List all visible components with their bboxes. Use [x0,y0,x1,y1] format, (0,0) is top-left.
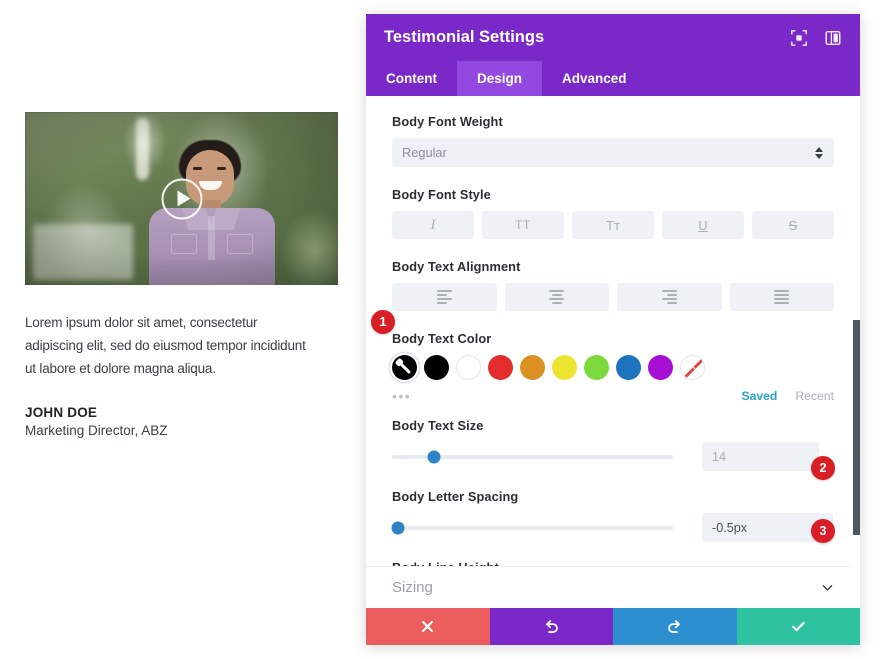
undo-button[interactable] [490,608,614,645]
align-justify-icon [774,290,789,304]
field-body-text-alignment: Body Text Alignment [392,259,834,311]
eyedropper-icon [398,361,410,373]
underline-button[interactable]: U [662,211,744,239]
body-letter-spacing-slider[interactable] [392,519,673,537]
swatch-purple[interactable] [648,355,673,380]
annotation-badge-2: 2 [811,456,835,480]
panel-scrollbar-thumb[interactable] [853,320,860,535]
saved-colors-link[interactable]: Saved [741,389,777,403]
align-left-button[interactable] [392,283,497,311]
body-font-style-buttons: I TT Tт U S [392,211,834,239]
uppercase-button[interactable]: TT [482,211,564,239]
slider-track [392,526,673,530]
more-colors-button[interactable]: ••• [392,388,432,404]
check-icon [790,618,807,635]
body-text-size-control [392,442,834,471]
panel-header: Testimonial Settings [366,14,860,61]
sizing-section-label: Sizing [392,579,821,596]
panel-tabs: Content Design Advanced [366,61,860,96]
strikethrough-button[interactable]: S [752,211,834,239]
smallcaps-button[interactable]: Tт [572,211,654,239]
align-center-button[interactable] [505,283,610,311]
annotation-badge-1: 1 [371,310,395,334]
swatch-green[interactable] [584,355,609,380]
body-text-alignment-label: Body Text Alignment [392,259,834,274]
slider-thumb[interactable] [428,450,441,463]
align-right-button[interactable] [617,283,722,311]
body-letter-spacing-control [392,513,834,542]
tab-advanced[interactable]: Advanced [542,61,647,96]
body-text-color-label: Body Text Color [392,331,834,346]
field-body-letter-spacing: Body Letter Spacing [392,489,834,542]
save-button[interactable] [737,608,861,645]
sizing-section-toggle[interactable]: Sizing [366,566,860,608]
redo-button[interactable] [613,608,737,645]
testimonial-quote: Lorem ipsum dolor sit amet, consectetur … [25,311,311,381]
body-font-style-label: Body Font Style [392,187,834,202]
eyedropper-swatch[interactable] [392,355,417,380]
settings-panel: Testimonial Settings Content Design Adva… [366,14,860,645]
testimonial-author-name: JOHN DOE [25,405,338,420]
body-text-size-label: Body Text Size [392,418,834,433]
align-center-icon [549,290,564,304]
body-font-weight-control: Regular [392,138,834,167]
field-body-font-style: Body Font Style I TT Tт U S [392,187,834,239]
page-preview: Lorem ipsum dolor sit amet, consectetur … [0,0,366,659]
swatch-blue[interactable] [616,355,641,380]
panel-footer [366,608,860,645]
color-swatch-meta: ••• Saved Recent [392,387,834,404]
swatch-white[interactable] [456,355,481,380]
layout-panel-icon[interactable] [824,29,842,47]
field-body-text-color: Body Text Color ••• Saved Recent [392,331,834,404]
tab-design[interactable]: Design [457,61,542,96]
align-justify-button[interactable] [730,283,835,311]
body-letter-spacing-label: Body Letter Spacing [392,489,834,504]
italic-button[interactable]: I [392,211,474,239]
body-font-weight-select[interactable]: Regular [392,138,834,167]
color-swatch-row [392,355,834,380]
redo-icon [666,618,683,635]
play-icon[interactable] [161,178,202,219]
panel-title: Testimonial Settings [384,28,790,47]
field-body-font-weight: Body Font Weight Regular [392,114,834,167]
testimonial-author-role: Marketing Director, ABZ [25,423,338,438]
panel-header-actions [790,29,842,47]
testimonial-module: Lorem ipsum dolor sit amet, consectetur … [25,112,338,438]
align-left-icon [437,290,452,304]
swatch-orange[interactable] [520,355,545,380]
swatch-red[interactable] [488,355,513,380]
slider-thumb[interactable] [391,521,404,534]
color-palette-links: Saved Recent [741,389,834,403]
align-right-icon [662,290,677,304]
swatch-none[interactable] [680,355,705,380]
body-text-size-input[interactable] [702,442,819,471]
field-body-text-size: Body Text Size [392,418,834,471]
body-text-size-slider[interactable] [392,448,673,466]
annotation-badge-3: 3 [811,519,835,543]
cancel-button[interactable] [366,608,490,645]
play-triangle [177,191,190,207]
body-text-alignment-buttons [392,283,834,311]
focus-target-icon[interactable] [790,29,808,47]
body-font-weight-label: Body Font Weight [392,114,834,129]
swatch-black[interactable] [424,355,449,380]
recent-colors-link[interactable]: Recent [795,389,834,403]
testimonial-video-thumbnail[interactable] [25,112,338,285]
undo-icon [543,618,560,635]
slider-track [392,455,673,459]
chevron-down-icon [821,581,834,594]
panel-body: Body Font Weight Regular Body Font Style… [366,96,860,608]
close-icon [420,619,435,634]
swatch-yellow[interactable] [552,355,577,380]
panel-scrollbar[interactable] [853,192,860,608]
tab-content[interactable]: Content [366,61,457,96]
